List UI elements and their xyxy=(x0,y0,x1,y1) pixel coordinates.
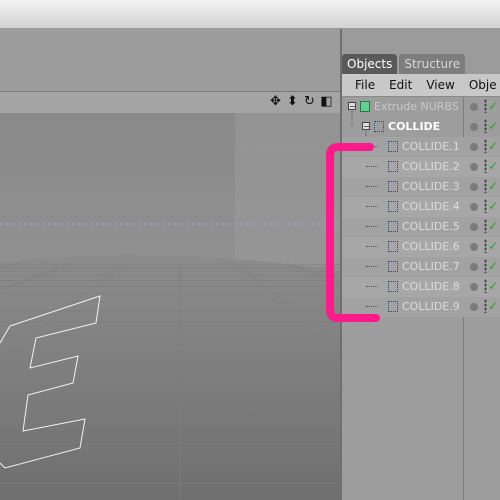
tree-row[interactable]: − COLLIDE ✓ xyxy=(342,117,500,137)
enabled-check-icon[interactable]: ✓ xyxy=(488,299,498,313)
render-toggle-icon[interactable] xyxy=(484,279,487,293)
tree-row[interactable]: COLLIDE.5 ✓ xyxy=(342,217,500,237)
spline-icon xyxy=(388,221,398,232)
tab-structure[interactable]: Structure xyxy=(399,54,466,74)
tree-row[interactable]: COLLIDE.9 ✓ xyxy=(342,297,500,317)
render-toggle-icon[interactable] xyxy=(484,219,487,233)
tree-connector xyxy=(366,146,378,148)
extrude-nurbs-icon xyxy=(360,101,370,112)
visibility-dot-icon[interactable] xyxy=(470,103,478,111)
spline-icon xyxy=(388,241,398,252)
tree-connector xyxy=(366,226,378,228)
viewport-navigation: ✥ ⬍ ↻ ◧ xyxy=(268,94,334,110)
tree-row[interactable]: COLLIDE.7 ✓ xyxy=(342,257,500,277)
tree-connector xyxy=(366,166,378,168)
object-name[interactable]: COLLIDE.1 xyxy=(402,140,460,154)
tree-connector xyxy=(366,206,378,208)
tree-row[interactable]: COLLIDE.8 ✓ xyxy=(342,277,500,297)
tree-connector xyxy=(366,286,378,288)
enabled-check-icon[interactable]: ✓ xyxy=(488,199,498,213)
tree-row[interactable]: COLLIDE.6 ✓ xyxy=(342,237,500,257)
spline-icon xyxy=(388,281,398,292)
enabled-check-icon[interactable]: ✓ xyxy=(488,119,498,133)
object-name[interactable]: COLLIDE.4 xyxy=(402,200,460,214)
object-name[interactable]: COLLIDE.5 xyxy=(402,220,460,234)
menu-view[interactable]: View xyxy=(426,78,454,92)
render-toggle-icon[interactable] xyxy=(484,199,487,213)
tree-row[interactable]: COLLIDE.1 ✓ xyxy=(342,137,500,157)
collapse-icon[interactable]: − xyxy=(362,122,370,131)
visibility-dot-icon[interactable] xyxy=(470,303,478,311)
viewport-canvas[interactable] xyxy=(0,113,340,500)
object-tree: − Extrude NURBS ✓ − COLLIDE ✓ COLLIDE.1 ✓ COLLID… xyxy=(342,97,500,500)
dolly-icon[interactable]: ⬍ xyxy=(285,94,300,110)
enabled-check-icon[interactable]: ✓ xyxy=(488,179,498,193)
visibility-dot-icon[interactable] xyxy=(470,243,478,251)
spline-icon xyxy=(388,261,398,272)
spline-icon xyxy=(388,141,398,152)
menu-obje[interactable]: Obje xyxy=(469,78,497,92)
3d-viewport[interactable] xyxy=(0,113,340,500)
spline-icon xyxy=(374,121,384,132)
spline-icon xyxy=(388,161,398,172)
visibility-dot-icon[interactable] xyxy=(470,223,478,231)
object-name[interactable]: COLLIDE.7 xyxy=(402,260,460,274)
enabled-check-icon[interactable]: ✓ xyxy=(488,239,498,253)
render-toggle-icon[interactable] xyxy=(484,239,487,253)
enabled-check-icon[interactable]: ✓ xyxy=(488,219,498,233)
render-toggle-icon[interactable] xyxy=(484,139,487,153)
visibility-dot-icon[interactable] xyxy=(470,203,478,211)
tree-row[interactable]: − Extrude NURBS ✓ xyxy=(342,97,500,117)
visibility-dot-icon[interactable] xyxy=(470,123,478,131)
tree-connector xyxy=(366,186,378,188)
render-toggle-icon[interactable] xyxy=(484,159,487,173)
object-name[interactable]: COLLIDE.3 xyxy=(402,180,460,194)
enabled-check-icon[interactable]: ✓ xyxy=(488,139,498,153)
object-name[interactable]: COLLIDE xyxy=(388,120,440,134)
tab-objects[interactable]: Objects xyxy=(342,54,398,74)
objects-menubar: File Edit View Obje xyxy=(342,74,500,97)
menu-edit[interactable]: Edit xyxy=(389,78,412,92)
spline-icon xyxy=(388,201,398,212)
panel-tabs: Objects Structure xyxy=(342,54,467,74)
enabled-check-icon[interactable]: ✓ xyxy=(488,159,498,173)
render-toggle-icon[interactable] xyxy=(484,259,487,273)
menu-items: File Edit View Obje xyxy=(355,78,500,92)
spline-icon xyxy=(388,301,398,312)
tree-connector xyxy=(366,306,378,308)
tree-row[interactable]: COLLIDE.2 ✓ xyxy=(342,157,500,177)
visibility-dot-icon[interactable] xyxy=(470,183,478,191)
enabled-check-icon[interactable]: ✓ xyxy=(488,259,498,273)
window-titlebar xyxy=(0,0,500,29)
visibility-dot-icon[interactable] xyxy=(470,263,478,271)
visibility-dot-icon[interactable] xyxy=(470,163,478,171)
object-name[interactable]: COLLIDE.2 xyxy=(402,160,460,174)
menu-file[interactable]: File xyxy=(355,78,375,92)
tree-connector xyxy=(366,266,378,268)
render-toggle-icon[interactable] xyxy=(484,99,487,113)
enabled-check-icon[interactable]: ✓ xyxy=(488,99,498,113)
object-name[interactable]: Extrude NURBS xyxy=(374,100,459,114)
maximize-icon[interactable]: ◧ xyxy=(319,94,334,110)
spline-icon xyxy=(388,181,398,192)
render-toggle-icon[interactable] xyxy=(484,299,487,313)
viewport-header: ✥ ⬍ ↻ ◧ xyxy=(0,91,340,114)
objects-panel: Objects Structure File Edit View Obje − Extru… xyxy=(342,29,500,500)
enabled-check-icon[interactable]: ✓ xyxy=(488,279,498,293)
collapse-icon[interactable]: − xyxy=(348,102,356,111)
object-name[interactable]: COLLIDE.6 xyxy=(402,240,460,254)
render-toggle-icon[interactable] xyxy=(484,119,487,133)
visibility-dot-icon[interactable] xyxy=(470,143,478,151)
object-name[interactable]: COLLIDE.9 xyxy=(402,300,460,314)
move-icon[interactable]: ✥ xyxy=(268,94,283,110)
tree-row[interactable]: COLLIDE.3 ✓ xyxy=(342,177,500,197)
tree-connector xyxy=(366,246,378,248)
render-toggle-icon[interactable] xyxy=(484,179,487,193)
toolbar-area xyxy=(0,29,340,91)
floor-plane xyxy=(0,254,340,500)
tree-row[interactable]: COLLIDE.4 ✓ xyxy=(342,197,500,217)
object-name[interactable]: COLLIDE.8 xyxy=(402,280,460,294)
visibility-dot-icon[interactable] xyxy=(470,283,478,291)
rotate-icon[interactable]: ↻ xyxy=(302,94,317,110)
